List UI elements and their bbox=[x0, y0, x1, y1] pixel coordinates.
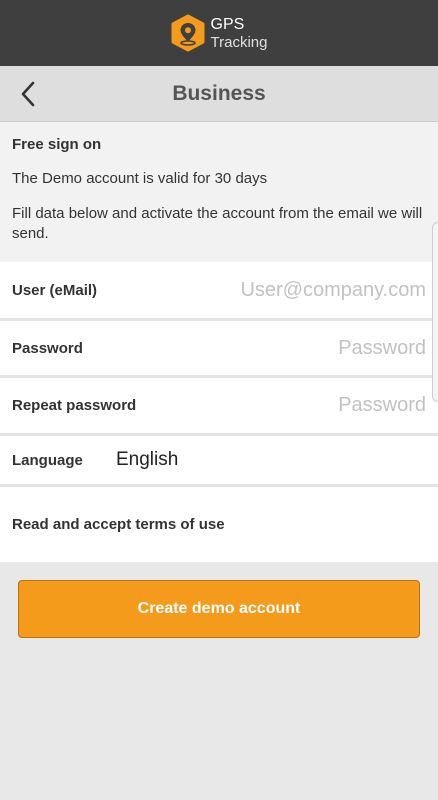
repeat-password-input[interactable] bbox=[166, 378, 426, 433]
intro-validity-text: The Demo account is valid for 30 days bbox=[12, 170, 268, 187]
repeat-password-label: Repeat password bbox=[12, 397, 137, 414]
logo-text-gps: GPS bbox=[210, 15, 245, 33]
user-email-input[interactable] bbox=[166, 262, 426, 318]
user-email-row: User (eMail) bbox=[0, 262, 438, 318]
language-label: Language bbox=[12, 451, 83, 469]
intro-instructions-text: Fill data below and activate the account… bbox=[12, 205, 423, 242]
password-row: Password bbox=[0, 321, 438, 375]
repeat-password-row: Repeat password bbox=[0, 378, 438, 433]
user-email-label: User (eMail) bbox=[12, 281, 98, 299]
app-logo: GPS Tracking bbox=[169, 14, 268, 52]
intro-heading: Free sign on bbox=[12, 136, 102, 153]
terms-link[interactable]: Read and accept terms of use bbox=[0, 516, 225, 533]
location-pin-icon bbox=[171, 14, 205, 52]
chevron-left-icon bbox=[21, 81, 35, 107]
language-row[interactable]: Language English bbox=[0, 436, 438, 484]
logo-text-tracking: Tracking bbox=[210, 33, 268, 51]
intro-section: Free sign on The Demo account is valid f… bbox=[0, 122, 438, 262]
terms-row[interactable]: Read and accept terms of use bbox=[0, 487, 438, 562]
create-demo-account-button[interactable]: Create demo account bbox=[18, 580, 420, 638]
password-input[interactable] bbox=[166, 321, 426, 375]
back-button[interactable] bbox=[8, 74, 48, 114]
page-title: Business bbox=[172, 82, 266, 105]
password-label: Password bbox=[12, 339, 83, 357]
edge-panel-handle[interactable] bbox=[432, 222, 438, 402]
language-select[interactable]: English bbox=[116, 449, 178, 471]
app-top-bar: GPS Tracking bbox=[0, 0, 438, 66]
page-header: Business bbox=[0, 66, 438, 122]
